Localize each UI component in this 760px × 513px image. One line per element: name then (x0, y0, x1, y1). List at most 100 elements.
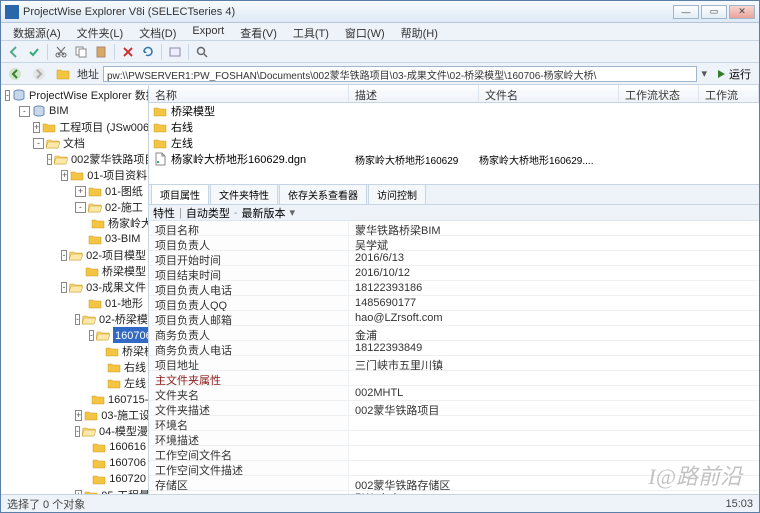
property-row[interactable]: 主文件夹属性 (149, 371, 759, 386)
expand-icon[interactable]: + (61, 170, 68, 181)
property-row[interactable]: 文件夹描述002蒙华铁路项目 (149, 401, 759, 416)
prop-tool-type[interactable]: 自动类型 (186, 205, 230, 221)
column-header[interactable]: 描述 (349, 85, 479, 102)
collapse-icon[interactable]: - (61, 282, 67, 293)
menu-item[interactable]: 文件夹(L) (69, 23, 131, 40)
tree-node[interactable]: 桥梁模型 (3, 263, 146, 279)
tree-node[interactable]: -02-项目模型 (3, 247, 146, 263)
property-row[interactable]: 项目负责人电话18122393186 (149, 281, 759, 296)
tree-node[interactable]: +01-图纸 (3, 183, 146, 199)
tree-node[interactable]: 160715-三门峡普通桥梁 (3, 391, 146, 407)
tree-node[interactable]: 160616 (3, 439, 146, 455)
property-row[interactable]: 项目地址三门峡市五里川镇 (149, 356, 759, 371)
tree-node[interactable]: +03-施工设备 (3, 407, 146, 423)
property-grid[interactable]: 项目名称蒙华铁路桥梁BIM项目负责人吴学斌项目开始时间2016/6/13项目结束… (149, 221, 759, 494)
property-row[interactable]: 项目负责人QQ1485690177 (149, 296, 759, 311)
tree-node[interactable]: -BIM (3, 103, 146, 119)
menu-item[interactable]: 数据源(A) (5, 23, 69, 40)
tab[interactable]: 访问控制 (368, 184, 426, 204)
column-header[interactable]: 文件名 (479, 85, 619, 102)
menu-item[interactable]: 工具(T) (285, 23, 337, 40)
property-row[interactable]: 存储区002蒙华铁路存储区 (149, 476, 759, 491)
column-header[interactable]: 名称 (149, 85, 349, 102)
paste-icon[interactable] (92, 43, 110, 61)
back-button[interactable] (5, 43, 23, 61)
column-header[interactable]: 工作流状态 (619, 85, 699, 102)
tree-node[interactable]: 左线 (3, 375, 146, 391)
tree-node[interactable]: -002蒙华铁路项目 (3, 151, 146, 167)
maximize-button[interactable]: ▭ (701, 5, 727, 19)
collapse-icon[interactable]: - (5, 90, 10, 101)
column-header[interactable]: 工作流 (699, 85, 759, 102)
collapse-icon[interactable]: - (89, 330, 94, 341)
nav-forward-button[interactable] (29, 65, 49, 83)
property-row[interactable]: 项目开始时间2016/6/13 (149, 251, 759, 266)
tree-node[interactable]: 160706 (3, 455, 146, 471)
menu-item[interactable]: Export (184, 23, 232, 40)
address-input[interactable]: pw:\\PWSERVER1:PW_FOSHAN\Documents\002蒙华… (103, 66, 697, 82)
nav-back-button[interactable] (5, 65, 25, 83)
property-row[interactable]: 项目结束时间2016/10/12 (149, 266, 759, 281)
tree-node[interactable]: 杨家岭大桥连续梁施工方案6.10 (3, 215, 146, 231)
collapse-icon[interactable]: - (47, 154, 52, 165)
search-icon[interactable] (193, 43, 211, 61)
chevron-down-icon[interactable]: ▾ (290, 206, 296, 219)
tab[interactable]: 文件夹特性 (210, 184, 278, 204)
tree-node[interactable]: -160706-杨家岭大桥模型 (3, 327, 146, 343)
file-list[interactable]: 桥梁模型右线左线杨家岭大桥地形160629.dgn杨家岭大桥地形160629杨家… (149, 103, 759, 185)
collapse-icon[interactable]: - (33, 138, 44, 149)
delete-icon[interactable] (119, 43, 137, 61)
tab[interactable]: 项目属性 (151, 184, 209, 204)
property-row[interactable]: 商务负责人电话18122393849 (149, 341, 759, 356)
prop-tool-ver[interactable]: 最新版本 (242, 205, 286, 221)
collapse-icon[interactable]: - (61, 250, 67, 261)
expand-icon[interactable]: + (75, 186, 86, 197)
collapse-icon[interactable]: - (75, 202, 86, 213)
tree-node[interactable]: 03-BIM (3, 231, 146, 247)
tree-node[interactable]: -04-模型漫游图片 (3, 423, 146, 439)
tree-node[interactable]: +01-项目资料 (3, 167, 146, 183)
tree-node[interactable]: +工程项目 (JSw006) (3, 119, 146, 135)
property-row[interactable]: 环境描述 (149, 431, 759, 446)
address-dropdown-icon[interactable]: ▾ (701, 67, 707, 80)
property-row[interactable]: 项目名称蒙华铁路桥梁BIM (149, 221, 759, 236)
cut-icon[interactable] (52, 43, 70, 61)
tree-node[interactable]: 160720 (3, 471, 146, 487)
tree-pane[interactable]: -ProjectWise Explorer 数据源-BIM+工程项目 (JSw0… (1, 85, 149, 494)
collapse-icon[interactable]: - (75, 426, 80, 437)
tree-node[interactable]: 01-地形 (3, 295, 146, 311)
tree-node[interactable]: -02-施工 (3, 199, 146, 215)
list-item[interactable]: 桥梁模型 (149, 103, 759, 119)
expand-icon[interactable]: + (75, 410, 82, 421)
tree-node[interactable]: -03-成果文件 (3, 279, 146, 295)
close-button[interactable]: ✕ (729, 5, 755, 19)
collapse-icon[interactable]: - (19, 106, 30, 117)
refresh-icon[interactable] (139, 43, 157, 61)
props-icon[interactable] (166, 43, 184, 61)
property-row[interactable]: 工作空间文件描述 (149, 461, 759, 476)
property-row[interactable]: 商务负责人金浦 (149, 326, 759, 341)
list-item[interactable]: 左线 (149, 135, 759, 151)
expand-icon[interactable]: + (33, 122, 40, 133)
list-item[interactable]: 右线 (149, 119, 759, 135)
tree-node[interactable]: -ProjectWise Explorer 数据源 (3, 87, 146, 103)
menu-item[interactable]: 窗口(W) (337, 23, 393, 40)
list-item[interactable]: 杨家岭大桥地形160629.dgn杨家岭大桥地形160629杨家岭大桥地形160… (149, 151, 759, 167)
collapse-icon[interactable]: - (75, 314, 80, 325)
tree-node[interactable]: -02-桥梁模型 (3, 311, 146, 327)
tab[interactable]: 依存关系查看器 (279, 184, 367, 204)
tree-node[interactable]: +05-工程量统计 (3, 487, 146, 494)
tree-node[interactable]: 桥梁模型 (3, 343, 146, 359)
property-row[interactable]: 环境名 (149, 416, 759, 431)
menu-item[interactable]: 文档(D) (131, 23, 184, 40)
menu-item[interactable]: 查看(V) (232, 23, 285, 40)
tree-node[interactable]: -文档 (3, 135, 146, 151)
property-row[interactable]: 项目负责人吴学斌 (149, 236, 759, 251)
property-row[interactable]: 工作空间文件名 (149, 446, 759, 461)
minimize-button[interactable]: — (673, 5, 699, 19)
run-button[interactable]: 运行 (711, 66, 755, 82)
property-row[interactable]: 文件夹名002MHTL (149, 386, 759, 401)
validate-button[interactable] (25, 43, 43, 61)
menu-item[interactable]: 帮助(H) (393, 23, 446, 40)
tree-node[interactable]: 右线 (3, 359, 146, 375)
